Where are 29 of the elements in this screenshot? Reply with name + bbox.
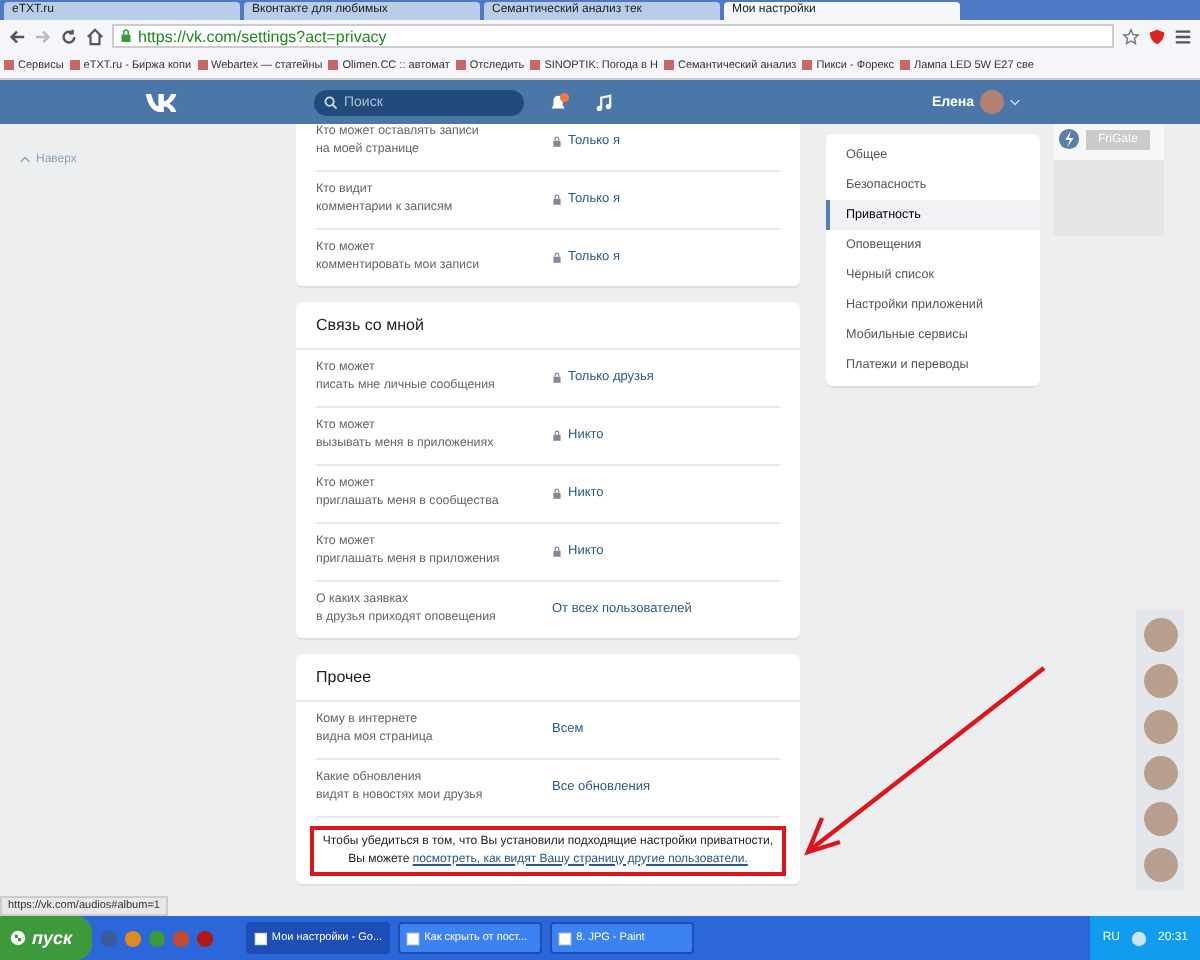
start-button[interactable]: пуск — [0, 916, 93, 960]
menu-icon — [1174, 27, 1192, 45]
avatar-photo[interactable] — [1143, 618, 1177, 652]
avatar-photo[interactable] — [1143, 756, 1177, 790]
logo-icon — [144, 91, 180, 113]
chevron-up-icon — [20, 156, 30, 162]
window-icon — [406, 931, 421, 945]
reload-icon — [60, 27, 78, 45]
windows-logo-icon — [10, 930, 26, 946]
avatar-photo[interactable] — [1143, 710, 1177, 744]
forward-icon — [34, 27, 52, 45]
address-field[interactable]: https://vk.com/settings?act=privacy — [112, 24, 1114, 48]
padlock-icon — [120, 28, 132, 44]
network-icon — [1129, 929, 1148, 947]
avatar-photo[interactable] — [980, 90, 1004, 114]
window-icon — [254, 931, 268, 945]
bell-icon — [548, 91, 570, 113]
section-title: Прочее — [296, 654, 800, 702]
caret-icon — [1010, 99, 1020, 105]
back-icon — [8, 27, 26, 45]
music-icon — [594, 93, 612, 111]
star-icon — [1122, 27, 1140, 45]
avatar-photo[interactable] — [1143, 802, 1177, 836]
window-icon — [558, 931, 573, 945]
avatar-photo[interactable] — [1143, 664, 1177, 698]
shield-icon — [1148, 27, 1166, 45]
home-icon — [86, 27, 104, 45]
section-title: Связь со мной — [296, 302, 800, 350]
avatar-photo[interactable] — [1143, 848, 1177, 882]
